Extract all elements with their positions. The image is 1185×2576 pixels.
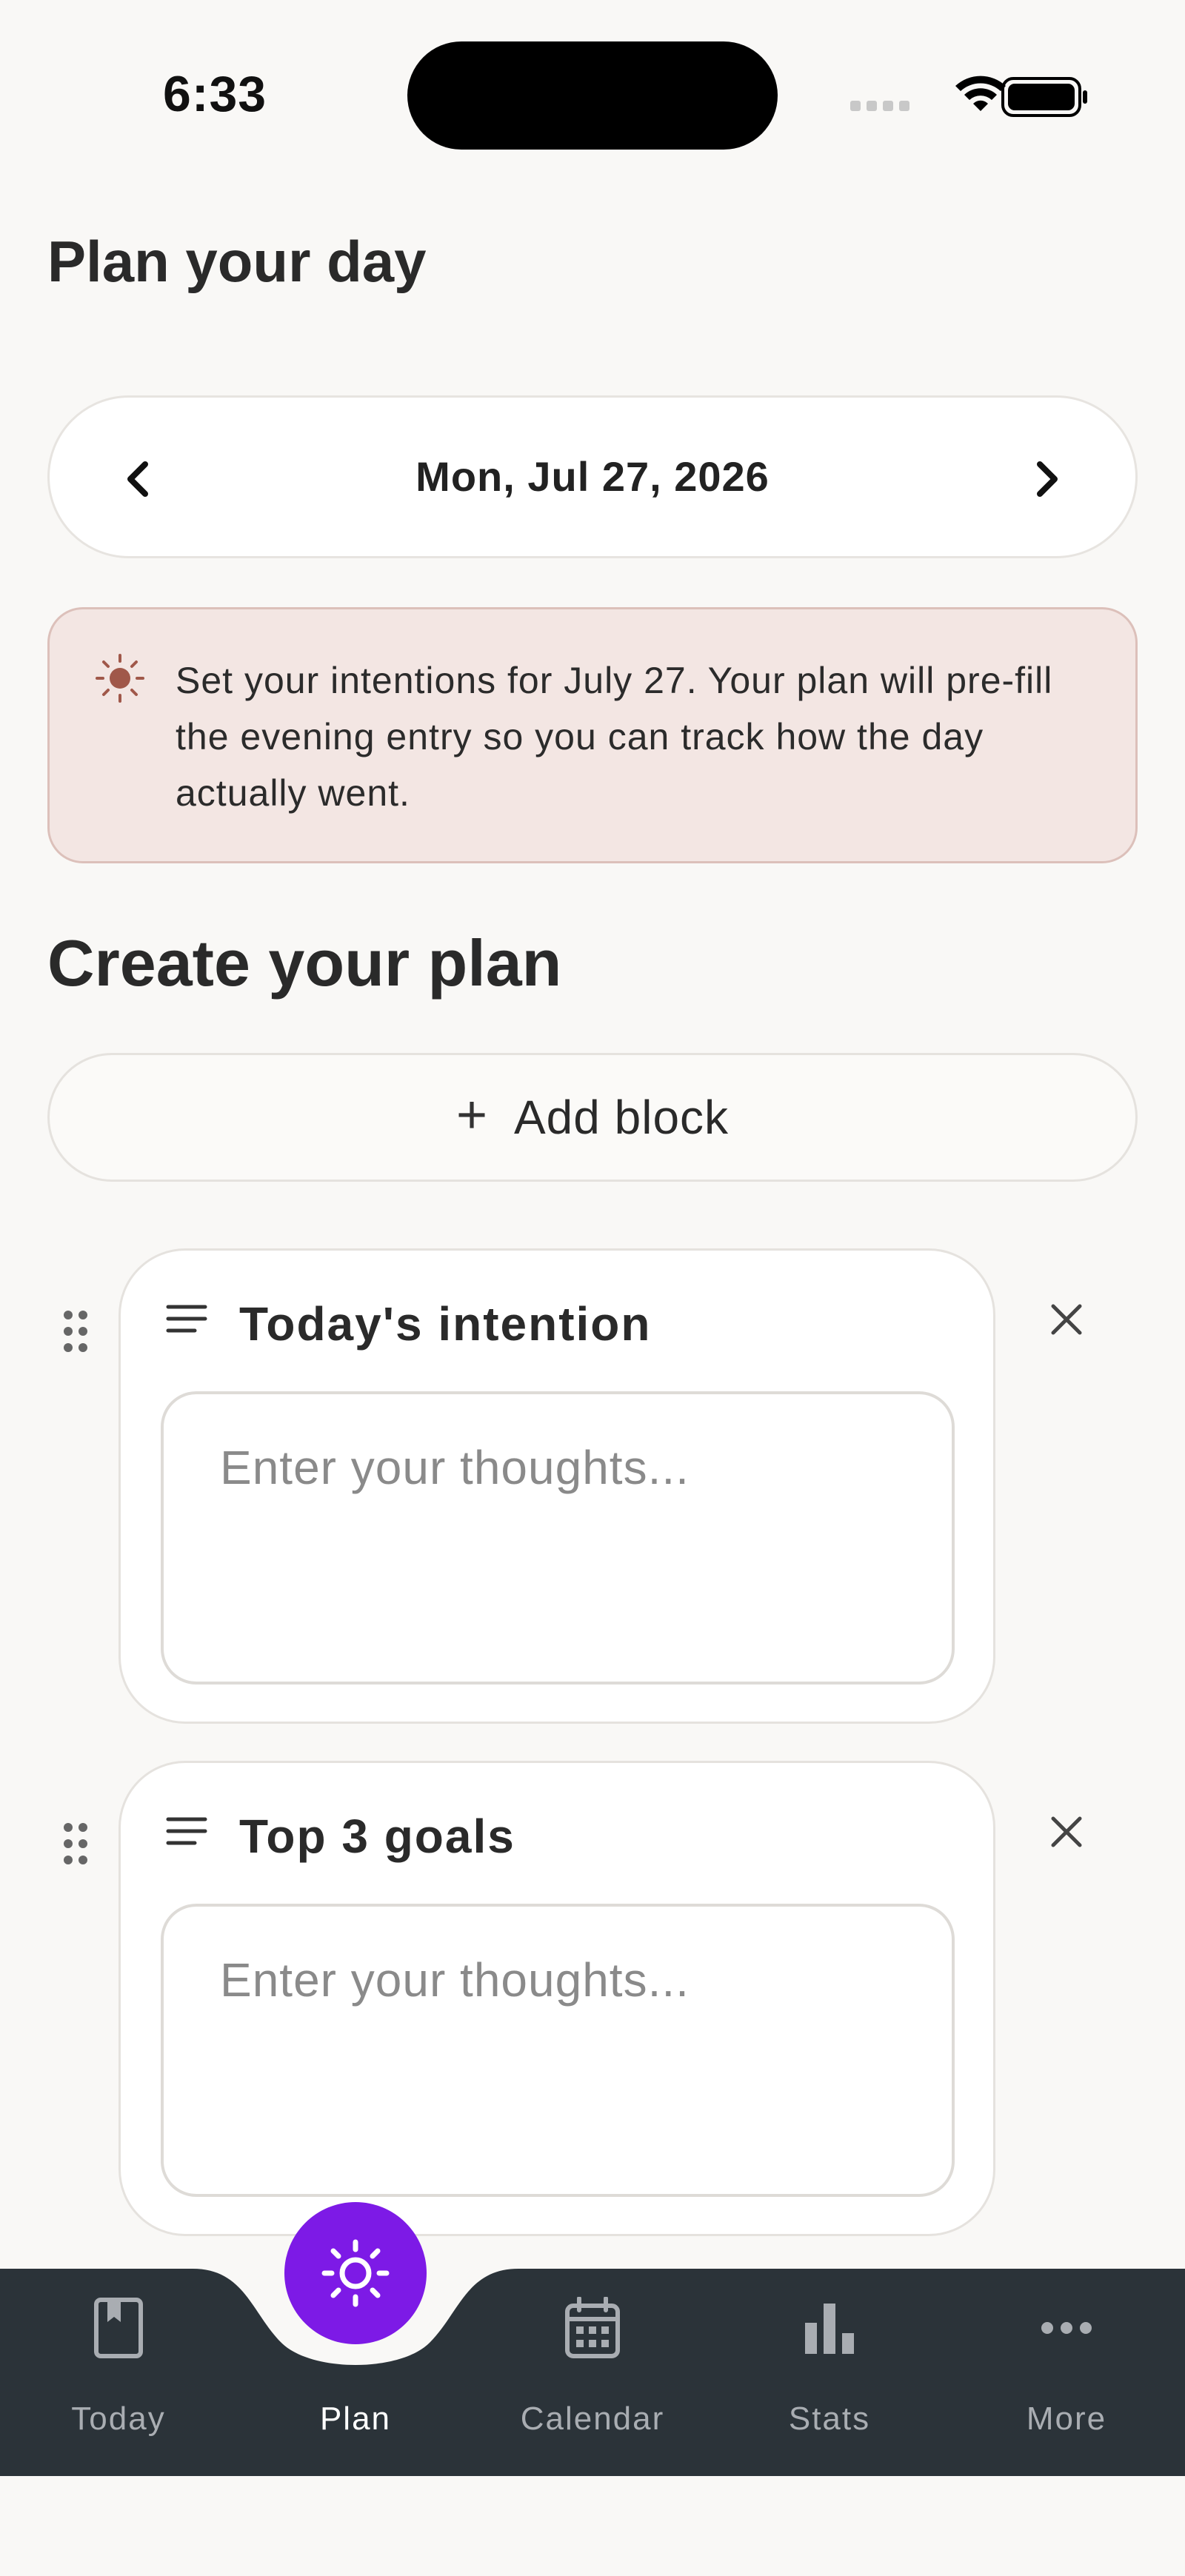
add-block-button[interactable]: + Add block: [47, 1053, 1138, 1182]
battery-icon: [1001, 77, 1087, 117]
sun-icon: [321, 2239, 390, 2307]
date-navigator: Mon, Jul 27, 2026: [47, 395, 1138, 558]
nav-item-today[interactable]: Today: [0, 2291, 237, 2469]
page-title: Plan your day: [47, 229, 427, 294]
sun-icon: [96, 654, 144, 703]
bar-chart-icon: [805, 2304, 854, 2354]
status-icons: [844, 71, 1096, 127]
text-lines-icon: [166, 1305, 207, 1333]
nav-label: Stats: [788, 2401, 871, 2437]
text-lines-icon: [166, 1817, 207, 1845]
intention-input[interactable]: [161, 1391, 955, 1685]
nav-label: Plan: [319, 2401, 392, 2437]
plan-block: Top 3 goals: [118, 1761, 995, 2236]
section-title: Create your plan: [47, 926, 562, 1000]
banner-text: Set your intentions for July 27. Your pl…: [176, 660, 1053, 814]
dynamic-island: [407, 41, 778, 150]
nav-label: Calendar: [520, 2401, 665, 2437]
signal-icon: [850, 101, 909, 111]
drag-handle-icon[interactable]: [61, 1309, 90, 1354]
chevron-right-icon: [1037, 461, 1058, 497]
drag-handle-icon[interactable]: [61, 1821, 90, 1866]
nav-item-more[interactable]: More: [948, 2291, 1185, 2469]
close-icon[interactable]: [1044, 1297, 1089, 1342]
nav-label: More: [1026, 2401, 1107, 2437]
calendar-icon: [565, 2297, 620, 2358]
add-block-label: Add block: [513, 1091, 730, 1144]
wifi-icon: [955, 76, 1006, 111]
plus-icon: +: [455, 1085, 487, 1145]
block-title: Today's intention: [239, 1297, 652, 1351]
plan-fab-button[interactable]: [284, 2202, 427, 2344]
info-banner: Set your intentions for July 27. Your pl…: [47, 607, 1138, 863]
status-time: 6:33: [163, 66, 267, 122]
plan-screen: 6:33 Plan your day Mon, Jul 27, 2026 Set…: [0, 0, 1185, 2576]
selected-date[interactable]: Mon, Jul 27, 2026: [50, 452, 1135, 501]
nav-label: Today: [71, 2401, 166, 2437]
bottom-nav: Today Plan Calendar Stats More: [0, 2269, 1185, 2476]
nav-item-stats[interactable]: Stats: [711, 2291, 948, 2469]
next-day-button[interactable]: [1002, 435, 1091, 523]
plan-block: Today's intention: [118, 1248, 995, 1724]
close-icon[interactable]: [1044, 1810, 1089, 1854]
block-title: Top 3 goals: [239, 1810, 515, 1863]
more-dots-icon: [1041, 2322, 1092, 2334]
journal-icon: [94, 2298, 143, 2358]
goals-input[interactable]: [161, 1904, 955, 2197]
nav-item-calendar[interactable]: Calendar: [474, 2291, 711, 2469]
